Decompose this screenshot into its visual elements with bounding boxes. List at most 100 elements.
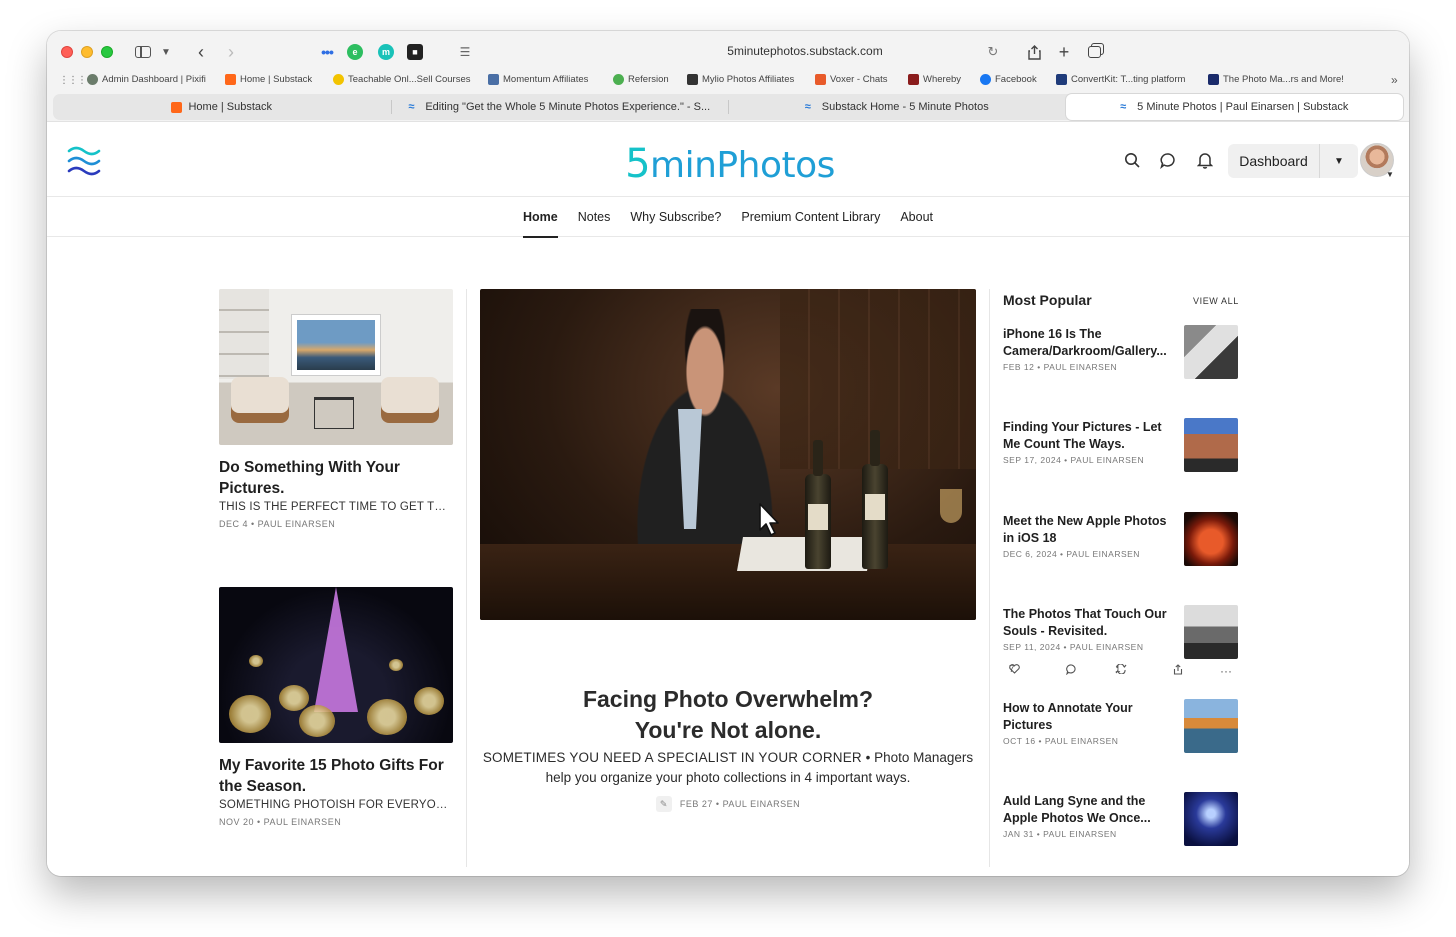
popular-post[interactable]: How to Annotate Your Pictures OCT 16 • P… (1003, 699, 1238, 754)
bell-icon[interactable] (1195, 150, 1215, 170)
address-bar[interactable]: 5minutephotos.substack.com (655, 44, 955, 58)
popular-post-title[interactable]: Finding Your Pictures - Let Me Count The… (1003, 419, 1175, 452)
popular-post-title[interactable]: iPhone 16 Is The Camera/Darkroom/Gallery… (1003, 326, 1175, 359)
post-meta: NOV 20 • PAUL EINARSEN (219, 817, 342, 827)
bookmark-item[interactable]: Voxer - Chats (815, 74, 888, 85)
browser-window: ▼ ‹ › ••• e m ■ ☰ 5minutephotos.substack… (47, 31, 1409, 876)
momentum-icon (488, 74, 499, 85)
grid-icon[interactable]: ⋮⋮⋮ (59, 75, 87, 86)
bookmark-item[interactable]: Mylio Photos Affiliates (687, 74, 794, 85)
share-post-button[interactable] (1173, 664, 1183, 675)
nav-why-subscribe[interactable]: Why Subscribe? (620, 197, 731, 237)
post-card[interactable]: Do Something With Your Pictures. THIS IS… (219, 289, 453, 529)
bookmark-item[interactable]: Refersion (613, 74, 669, 85)
sidebar-icon (135, 46, 151, 58)
zoom-window-button[interactable] (101, 46, 113, 58)
page-content: 5minPhotos Dashboard ▼ ▼ Home Notes Why … (47, 123, 1409, 876)
back-button[interactable]: ‹ (193, 41, 209, 63)
bookmark-item[interactable]: Facebook (980, 74, 1037, 85)
evernote-extension-icon[interactable]: e (347, 44, 363, 60)
popular-post-thumbnail[interactable] (1184, 418, 1238, 472)
site-brand[interactable]: 5minPhotos (547, 141, 913, 187)
nav-home[interactable]: Home (513, 197, 568, 238)
more-bookmarks-icon[interactable]: » (1391, 73, 1398, 87)
bookmark-item[interactable]: Teachable Onl...Sell Courses (333, 74, 471, 85)
window-controls (61, 46, 113, 58)
bookmark-item[interactable]: Momentum Affiliates (488, 74, 588, 85)
popular-post-title[interactable]: Meet the New Apple Photos in iOS 18 (1003, 513, 1175, 546)
view-all-link[interactable]: VIEW ALL (1193, 296, 1239, 306)
wave-logo-icon[interactable] (67, 145, 101, 177)
share-icon[interactable] (1025, 41, 1043, 63)
bookmark-item[interactable]: Home | Substack (225, 74, 312, 85)
substack-icon (171, 101, 183, 113)
tab-home-substack[interactable]: Home | Substack (53, 94, 391, 120)
bookmark-item[interactable]: ConvertKit: T...ting platform (1056, 74, 1185, 85)
post-thumbnail[interactable] (219, 289, 453, 445)
reader-icon[interactable]: ☰ (457, 41, 473, 63)
sidebar-toggle-button[interactable] (133, 41, 153, 63)
tab-editing-post[interactable]: ≈ Editing "Get the Whole 5 Minute Photos … (390, 94, 729, 120)
avatar-caret-icon[interactable]: ▼ (1386, 170, 1394, 179)
bookmark-item[interactable]: Admin Dashboard | Pixifi (87, 74, 206, 85)
like-button[interactable]: 7 (1009, 664, 1020, 675)
close-window-button[interactable] (61, 46, 73, 58)
column-divider (466, 289, 467, 867)
nav-premium-content-library[interactable]: Premium Content Library (731, 197, 890, 237)
nav-notes[interactable]: Notes (568, 197, 621, 237)
bookmark-item[interactable]: Whereby (908, 74, 961, 85)
popular-post-thumbnail[interactable] (1184, 699, 1238, 753)
new-tab-icon[interactable]: + (1055, 41, 1073, 63)
photo-managers-icon (1208, 74, 1219, 85)
shield-extension-icon[interactable]: ■ (407, 44, 423, 60)
popular-post-thumbnail[interactable] (1184, 512, 1238, 566)
post-title[interactable]: Do Something With Your Pictures. (219, 457, 453, 499)
popular-post-title[interactable]: How to Annotate Your Pictures (1003, 700, 1175, 733)
popular-post[interactable]: Finding Your Pictures - Let Me Count The… (1003, 418, 1238, 473)
column-divider (989, 289, 990, 867)
dashboard-button[interactable]: Dashboard (1228, 144, 1320, 178)
popular-post-thumbnail[interactable] (1184, 605, 1238, 659)
featured-post-title[interactable]: Facing Photo Overwhelm? You're Not alone… (480, 684, 976, 746)
post-card[interactable]: My Favorite 15 Photo Gifts For the Seaso… (219, 587, 453, 827)
tab-overview-icon[interactable] (1085, 41, 1103, 63)
m-extension-icon[interactable]: m (378, 44, 394, 60)
chat-icon[interactable] (1158, 150, 1178, 170)
featured-post-meta: ✎ FEB 27 • PAUL EINARSEN (480, 796, 976, 812)
chevron-down-icon[interactable]: ▼ (159, 41, 173, 63)
featured-post-image[interactable] (480, 289, 976, 620)
site-header: 5minPhotos Dashboard ▼ ▼ (47, 123, 1409, 197)
popular-post-thumbnail[interactable] (1184, 325, 1238, 379)
post-subtitle: THIS IS THE PERFECT TIME TO GET THE... (219, 501, 453, 513)
post-title[interactable]: My Favorite 15 Photo Gifts For the Seaso… (219, 755, 453, 797)
popular-post[interactable]: iPhone 16 Is The Camera/Darkroom/Gallery… (1003, 325, 1238, 380)
popular-post[interactable]: Meet the New Apple Photos in iOS 18 DEC … (1003, 512, 1238, 567)
bookmarks-bar: ⋮⋮⋮ Admin Dashboard | Pixifi Home | Subs… (47, 72, 1409, 90)
search-icon[interactable] (1122, 150, 1142, 170)
tab-substack-home[interactable]: ≈ Substack Home - 5 Minute Photos (728, 94, 1066, 120)
forward-button[interactable]: › (223, 41, 239, 63)
popular-post-thumbnail[interactable] (1184, 792, 1238, 846)
extension-dots-icon[interactable]: ••• (319, 44, 335, 60)
wave-icon: ≈ (1120, 100, 1127, 113)
bookmark-item[interactable]: The Photo Ma...rs and More! (1208, 74, 1344, 85)
popular-post[interactable]: Auld Lang Syne and the Apple Photos We O… (1003, 792, 1238, 847)
popular-post-title[interactable]: The Photos That Touch Our Souls - Revisi… (1003, 606, 1175, 639)
restack-button[interactable]: 1 (1115, 664, 1127, 675)
popular-post[interactable]: The Photos That Touch Our Souls - Revisi… (1003, 605, 1238, 660)
popular-post-title[interactable]: Auld Lang Syne and the Apple Photos We O… (1003, 793, 1175, 826)
post-thumbnail[interactable] (219, 587, 453, 743)
tab-5-minute-photos[interactable]: ≈5 Minute Photos | Paul Einarsen | Subst… (1065, 94, 1403, 120)
nav-about[interactable]: About (890, 197, 943, 237)
reload-icon[interactable]: ↻ (985, 41, 1001, 63)
wave-icon: ≈ (804, 100, 811, 113)
share-icon (1173, 664, 1183, 675)
more-options-icon[interactable]: ··· (1220, 664, 1232, 678)
minimize-window-button[interactable] (81, 46, 93, 58)
post-subtitle: SOMETHING PHOTOISH FOR EVERYONE I... (219, 799, 453, 811)
comment-button[interactable] (1066, 664, 1077, 675)
site-nav: Home Notes Why Subscribe? Premium Conten… (47, 197, 1409, 238)
post-actions: 7 1 ··· (1003, 664, 1238, 680)
caret-down-icon[interactable]: ▼ (1320, 144, 1358, 178)
post-meta: DEC 4 • PAUL EINARSEN (219, 519, 336, 529)
